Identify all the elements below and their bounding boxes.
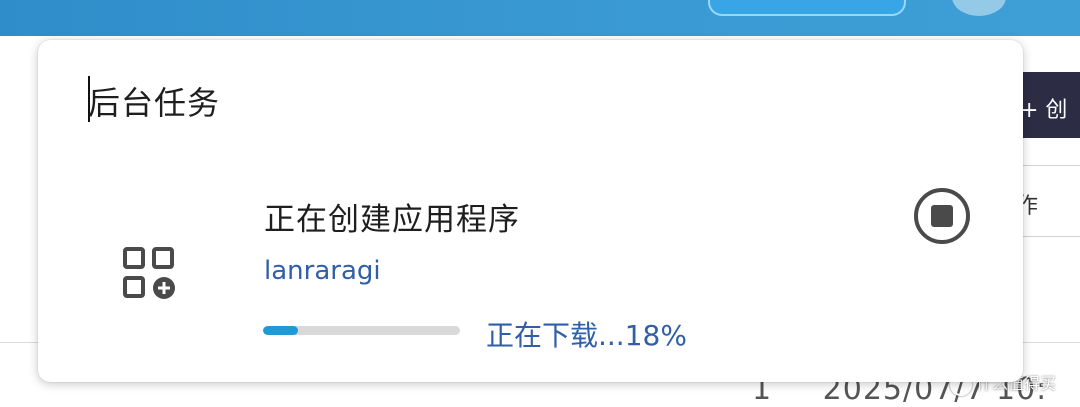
task-title: 正在创建应用程序 — [264, 202, 520, 238]
app-header — [0, 0, 1080, 36]
create-button-label: + 创 — [1020, 98, 1068, 123]
background-tasks-panel: 后台任务 正在创建应用程序 lanraragi 正在下载...18% — [38, 40, 1023, 382]
task-app-name: lanraragi — [264, 256, 381, 286]
stop-task-button[interactable] — [912, 186, 972, 246]
header-action-button[interactable] — [708, 0, 906, 16]
progress-bar-fill — [263, 326, 299, 335]
progress-status: 正在下载...18% — [486, 319, 687, 352]
apps-add-icon — [123, 247, 175, 299]
progress-bar — [263, 326, 460, 335]
panel-title: 后台任务 — [88, 84, 221, 122]
user-avatar[interactable] — [952, 0, 1006, 16]
